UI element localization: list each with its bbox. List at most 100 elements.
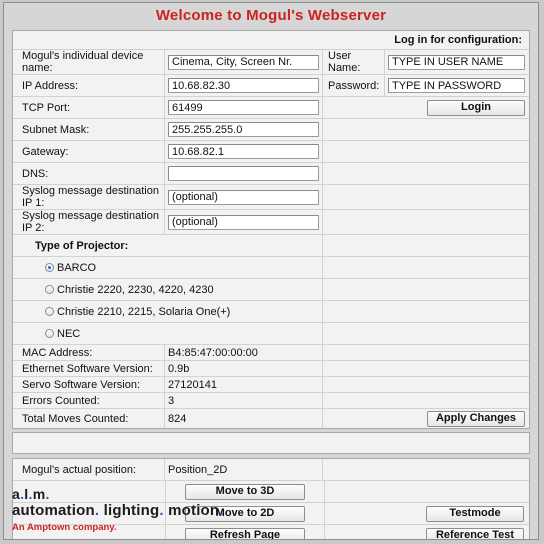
empty-cell (323, 141, 529, 162)
info-label: Ethernet Software Version: (13, 361, 165, 376)
syslog-ip-1-input[interactable] (168, 189, 319, 205)
webserver-page: Welcome to Mogul's Webserver Log in for … (3, 2, 539, 540)
projector-option-row: BARCO (13, 257, 529, 279)
tagline-dot-icon: . (94, 502, 100, 519)
subnet-mask-input[interactable] (168, 122, 319, 137)
info-label: Servo Software Version: (13, 377, 165, 392)
login-button-wrap: Login (327, 99, 525, 116)
table-row: Mogul's individual device name: User Nam… (13, 50, 529, 75)
gateway-input[interactable] (168, 144, 319, 159)
radio-icon[interactable] (45, 307, 54, 316)
table-row: Syslog message destination IP 2: (13, 210, 529, 235)
apply-button-cell: Apply Changes (323, 409, 529, 428)
username-cell (385, 50, 529, 74)
table-row: Ethernet Software Version: 0.9b (13, 361, 529, 377)
empty-cell (323, 210, 529, 234)
spacer-panel (12, 432, 530, 454)
company-line: An Amptown company. (12, 522, 117, 533)
projector-option-nec[interactable]: NEC (13, 323, 323, 344)
projector-option-label: BARCO (57, 261, 97, 274)
device-name-input[interactable] (168, 54, 319, 70)
info-label: Total Moves Counted: (13, 409, 165, 428)
empty-cell (323, 345, 529, 360)
tcp-port-input[interactable] (168, 100, 319, 115)
info-label: Errors Counted: (13, 393, 165, 408)
info-label: MAC Address: (13, 345, 165, 360)
field-cell (165, 97, 323, 118)
empty-cell (323, 323, 529, 344)
info-value: B4:85:47:00:00:00 (165, 345, 323, 360)
brand-dot-icon: . (45, 486, 50, 502)
field-label: Subnet Mask: (13, 119, 165, 140)
info-value: 27120141 (165, 377, 323, 392)
projector-heading-row: Type of Projector: (13, 235, 529, 257)
field-label: IP Address: (13, 75, 165, 96)
username-label: User Name: (323, 50, 385, 74)
empty-cell (323, 393, 529, 408)
password-label: Password: (323, 75, 385, 96)
table-row: IP Address: Password: (13, 75, 529, 97)
empty-cell (323, 279, 529, 300)
password-input[interactable] (388, 78, 525, 93)
empty-cell (323, 185, 529, 209)
info-value: 824 (165, 409, 323, 428)
field-label: TCP Port: (13, 97, 165, 118)
empty-cell (323, 257, 529, 278)
panel-inner: Log in for configuration: Mogul's indivi… (13, 31, 529, 428)
projector-option-label: Christie 2210, 2215, Solaria One(+) (57, 305, 231, 318)
projector-option-row: Christie 2220, 2230, 4220, 4230 (13, 279, 529, 301)
position-label: Mogul's actual position: (13, 459, 165, 480)
footer: a.l.m. automation. lighting. motion. An … (12, 486, 532, 534)
field-cell (165, 141, 323, 162)
projector-option-label: NEC (57, 327, 81, 340)
empty-cell (323, 163, 529, 184)
empty-cell (323, 119, 529, 140)
radio-icon[interactable] (45, 329, 54, 338)
table-row: Errors Counted: 3 (13, 393, 529, 409)
login-header: Log in for configuration: (13, 31, 529, 50)
brand-logo: a.l.m. (12, 486, 532, 502)
projector-option-barco[interactable]: BARCO (13, 257, 323, 278)
syslog-ip-2-input[interactable] (168, 214, 319, 230)
empty-cell (323, 301, 529, 322)
empty-cell (323, 377, 529, 392)
table-row: Syslog message destination IP 1: (13, 185, 529, 210)
tagline-dot-icon: . (219, 502, 224, 519)
table-row: Gateway: (13, 141, 529, 163)
brand-a: a (12, 486, 21, 502)
field-cell (165, 50, 323, 74)
position-row: Mogul's actual position: Position_2D (13, 459, 529, 481)
username-input[interactable] (388, 54, 525, 70)
projector-option-row: NEC (13, 323, 529, 345)
position-value: Position_2D (165, 459, 323, 480)
projector-option-label: Christie 2220, 2230, 4220, 4230 (57, 283, 214, 296)
info-value: 0.9b (165, 361, 323, 376)
dns-input[interactable] (168, 166, 319, 181)
empty-cell (323, 361, 529, 376)
tagline-lighting: lighting (103, 502, 160, 519)
empty-cell (323, 235, 529, 256)
projector-option-christie-2210[interactable]: Christie 2210, 2215, Solaria One(+) (13, 301, 323, 322)
brand-m: m (32, 486, 46, 502)
projector-heading: Type of Projector: (13, 235, 323, 256)
radio-icon[interactable] (45, 285, 54, 294)
brand-tagline: automation. lighting. motion. (12, 502, 532, 520)
field-label: Mogul's individual device name: (13, 50, 165, 74)
field-label: Syslog message destination IP 2: (13, 210, 165, 234)
field-cell (165, 163, 323, 184)
radio-icon[interactable] (45, 263, 54, 272)
page-title: Welcome to Mogul's Webserver (155, 7, 387, 24)
empty-cell (323, 459, 529, 480)
apply-changes-button[interactable]: Apply Changes (427, 410, 525, 427)
ip-address-input[interactable] (168, 78, 319, 93)
field-label: Syslog message destination IP 1: (13, 185, 165, 209)
tagline-automation: automation (12, 502, 95, 519)
login-button[interactable]: Login (427, 99, 525, 116)
table-row: MAC Address: B4:85:47:00:00:00 (13, 345, 529, 361)
field-label: Gateway: (13, 141, 165, 162)
field-cell (165, 75, 323, 96)
table-row: TCP Port: Login (13, 97, 529, 119)
projector-option-christie-2220[interactable]: Christie 2220, 2230, 4220, 4230 (13, 279, 323, 300)
info-value: 3 (165, 393, 323, 408)
field-cell (165, 210, 323, 234)
